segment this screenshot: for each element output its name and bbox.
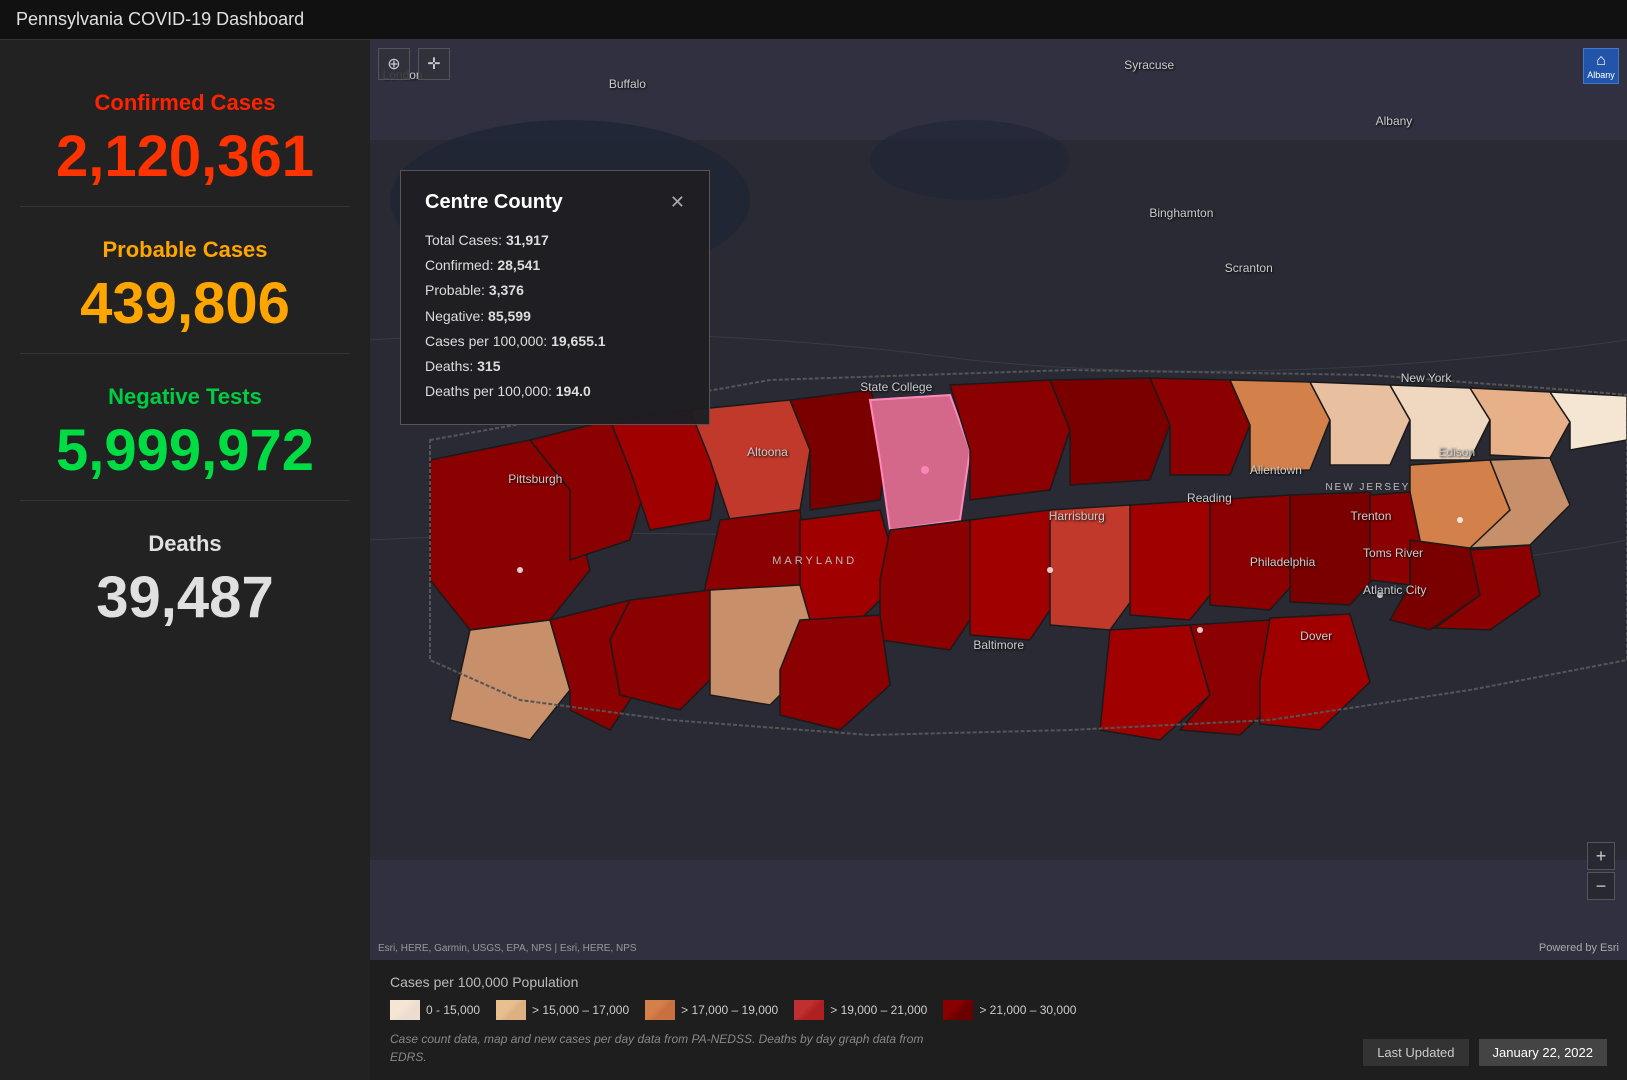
legend-item-4: > 21,000 – 30,000 (943, 1000, 1076, 1020)
esri-powered-by: Powered by Esri (1539, 942, 1619, 954)
esri-attribution: Esri, HERE, Garmin, USGS, EPA, NPS | Esr… (378, 943, 637, 954)
tooltip-field-0: Total Cases: 31,917 (425, 228, 685, 253)
zoom-plus-button[interactable]: + (1587, 842, 1615, 870)
home-label: Albany (1587, 70, 1615, 80)
map-zoom-controls: + − (1587, 842, 1615, 900)
main-layout: Confirmed Cases 2,120,361 Probable Cases… (0, 40, 1627, 1080)
legend-area: Cases per 100,000 Population 0 - 15,000 … (370, 960, 1627, 1080)
legend-item-2: > 17,000 – 19,000 (645, 1000, 778, 1020)
tooltip-field-1: Confirmed: 28,541 (425, 253, 685, 278)
legend-label-4: > 21,000 – 30,000 (979, 1003, 1076, 1017)
home-icon: ⌂ (1596, 52, 1606, 70)
zoom-minus-icon: − (1596, 876, 1607, 897)
confirmed-cases-label: Confirmed Cases (95, 90, 276, 116)
negative-tests-block: Negative Tests 5,999,972 (20, 364, 350, 501)
confirmed-cases-block: Confirmed Cases 2,120,361 (20, 70, 350, 207)
legend-note: Case count data, map and new cases per d… (390, 1030, 950, 1066)
deaths-value: 39,487 (96, 569, 273, 627)
title-bar: Pennsylvania COVID-19 Dashboard (0, 0, 1627, 40)
deaths-block: Deaths 39,487 (20, 511, 350, 647)
legend-swatch-2 (645, 1000, 675, 1020)
probable-cases-value: 439,806 (80, 275, 290, 333)
tooltip-body: Total Cases: 31,917 Confirmed: 28,541 Pr… (425, 228, 685, 404)
home-button[interactable]: ⌂ Albany (1583, 48, 1619, 84)
last-updated-label: Last Updated (1363, 1039, 1468, 1066)
map-controls-top-right: ⌂ Albany (1583, 48, 1619, 84)
legend-item-0: 0 - 15,000 (390, 1000, 480, 1020)
legend-item-1: > 15,000 – 17,000 (496, 1000, 629, 1020)
deaths-label: Deaths (148, 531, 221, 557)
legend-label-2: > 17,000 – 19,000 (681, 1003, 778, 1017)
zoom-plus-icon: + (1596, 846, 1607, 867)
map-background: London Buffalo Syracuse Albany Binghamto… (370, 40, 1627, 960)
legend-swatch-3 (794, 1000, 824, 1020)
tooltip-field-5: Deaths: 315 (425, 354, 685, 379)
pan-icon: ✛ (427, 54, 440, 74)
county-tooltip: Centre County ✕ Total Cases: 31,917 Conf… (400, 170, 710, 425)
legend-bottom-row: Case count data, map and new cases per d… (390, 1030, 1607, 1066)
legend-item-3: > 19,000 – 21,000 (794, 1000, 927, 1020)
negative-tests-value: 5,999,972 (56, 422, 314, 480)
negative-tests-label: Negative Tests (108, 384, 262, 410)
legend-label-1: > 15,000 – 17,000 (532, 1003, 629, 1017)
legend-label-3: > 19,000 – 21,000 (830, 1003, 927, 1017)
legend-items: 0 - 15,000 > 15,000 – 17,000 > 17,000 – … (390, 1000, 1607, 1020)
map-container[interactable]: London Buffalo Syracuse Albany Binghamto… (370, 40, 1627, 960)
confirmed-cases-value: 2,120,361 (56, 128, 314, 186)
legend-swatch-0 (390, 1000, 420, 1020)
tooltip-field-2: Probable: 3,376 (425, 278, 685, 303)
tooltip-county-name: Centre County (425, 191, 563, 214)
legend-label-0: 0 - 15,000 (426, 1003, 480, 1017)
tooltip-field-4: Cases per 100,000: 19,655.1 (425, 329, 685, 354)
sidebar: Confirmed Cases 2,120,361 Probable Cases… (0, 40, 370, 1080)
tooltip-header: Centre County ✕ (425, 191, 685, 214)
probable-cases-block: Probable Cases 439,806 (20, 217, 350, 354)
pan-button[interactable]: ✛ (418, 48, 450, 80)
last-updated-box: Last Updated January 22, 2022 (1363, 1039, 1607, 1066)
tooltip-field-3: Negative: 85,599 (425, 304, 685, 329)
tooltip-field-6: Deaths per 100,000: 194.0 (425, 379, 685, 404)
legend-swatch-1 (496, 1000, 526, 1020)
last-updated-value: January 22, 2022 (1479, 1039, 1607, 1066)
right-content: London Buffalo Syracuse Albany Binghamto… (370, 40, 1627, 1080)
legend-title: Cases per 100,000 Population (390, 974, 1607, 990)
probable-cases-label: Probable Cases (102, 237, 267, 263)
tooltip-close-button[interactable]: ✕ (670, 192, 685, 213)
legend-swatch-4 (943, 1000, 973, 1020)
zoom-in-icon: ⊕ (387, 54, 400, 74)
zoom-in-button[interactable]: ⊕ (378, 48, 410, 80)
zoom-minus-button[interactable]: − (1587, 872, 1615, 900)
page-title: Pennsylvania COVID-19 Dashboard (16, 9, 304, 30)
map-controls-top: ⊕ ✛ (378, 48, 450, 80)
